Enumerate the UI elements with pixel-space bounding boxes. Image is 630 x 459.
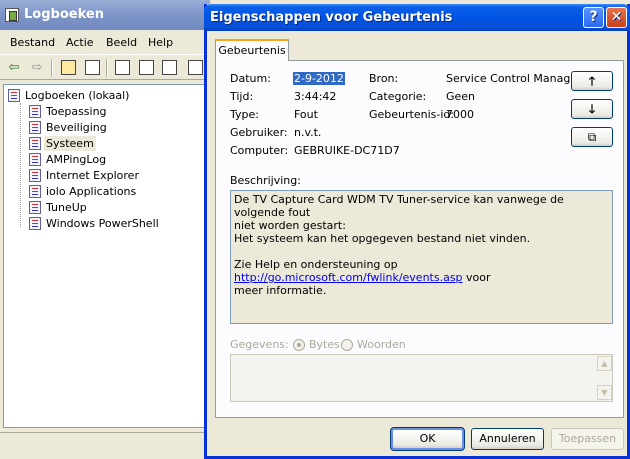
log-icon	[29, 137, 41, 150]
gebeurtenis-id-label: Gebeurtenis-id:	[369, 108, 455, 121]
statusbar	[0, 432, 210, 459]
event-log-icon	[8, 89, 20, 102]
arrow-up-icon: 🡑	[588, 74, 596, 88]
help-icon[interactable]	[188, 60, 203, 75]
tab-gebeurtenis[interactable]: Gebeurtenis	[215, 39, 289, 61]
log-icon	[29, 121, 41, 134]
help-prefix: Zie Help en ondersteuning op	[234, 258, 398, 271]
event-panel: Datum: 2-9-2012 Tijd: 3:44:42 Type: Fout…	[215, 60, 624, 418]
toolbar: ⇦ ⇨	[0, 54, 210, 80]
datum-value[interactable]: 2-9-2012	[293, 72, 345, 85]
gebruiker-label: Gebruiker:	[230, 126, 288, 139]
categorie-label: Categorie:	[369, 90, 427, 103]
logboeken-title: Logboeken	[24, 7, 104, 22]
description-line: De TV Capture Card WDM TV Tuner-service …	[234, 193, 564, 219]
log-icon	[29, 153, 41, 166]
menu-help[interactable]: Help	[148, 36, 173, 49]
toolbar-separator	[106, 59, 108, 77]
woorden-radio[interactable]	[341, 339, 353, 351]
tree-item-label: Internet Explorer	[46, 169, 139, 182]
gebruiker-value[interactable]: n.v.t.	[294, 126, 321, 139]
tree-item-label: Beveiliging	[46, 121, 107, 134]
menubar: Bestand Actie Beeld Help	[0, 32, 210, 52]
up-folder-icon[interactable]	[61, 60, 76, 75]
previous-event-button[interactable]: 🡑	[571, 71, 613, 91]
next-event-button[interactable]: 🡓	[571, 99, 613, 119]
refresh-icon[interactable]	[139, 60, 154, 75]
back-arrow-icon[interactable]: ⇦	[5, 59, 23, 77]
scroll-down-icon[interactable]: ▼	[597, 385, 612, 400]
description-line: meer informatie.	[234, 284, 327, 297]
gebeurtenis-id-value[interactable]: 7000	[446, 108, 474, 121]
tree-item-label: TuneUp	[46, 201, 87, 214]
log-icon	[29, 169, 41, 182]
help-button[interactable]: ?	[583, 7, 604, 28]
ok-button[interactable]: OK	[390, 427, 465, 451]
event-viewer-icon	[5, 8, 19, 22]
bron-value[interactable]: Service Control Manager	[446, 72, 582, 85]
log-tree: Logboeken (lokaal) Toepassing Beveiligin…	[3, 84, 206, 428]
tree-root-label: Logboeken (lokaal)	[25, 89, 130, 102]
dialog-title: Eigenschappen voor Gebeurtenis	[210, 10, 453, 25]
menu-actie[interactable]: Actie	[66, 36, 94, 49]
description-box[interactable]: De TV Capture Card WDM TV Tuner-service …	[230, 190, 613, 324]
copy-event-button[interactable]: ⧉	[571, 127, 613, 147]
tree-item-label: Systeem	[44, 136, 96, 151]
data-box[interactable]: ▲ ▼	[230, 354, 613, 402]
properties-icon[interactable]	[115, 60, 130, 75]
datum-label: Datum:	[230, 72, 271, 85]
arrow-down-icon: 🡓	[588, 102, 596, 116]
apply-button[interactable]: Toepassen	[551, 428, 624, 450]
log-icon	[29, 201, 41, 214]
categorie-value[interactable]: Geen	[446, 90, 475, 103]
menu-beeld[interactable]: Beeld	[106, 36, 137, 49]
description-help-line: Zie Help en ondersteuning op http://go.m…	[234, 258, 609, 284]
log-icon	[29, 105, 41, 118]
logboeken-window: Logboeken Bestand Actie Beeld Help ⇦ ⇨ L…	[0, 0, 210, 459]
close-icon: ✕	[610, 9, 623, 25]
type-label: Type:	[230, 108, 259, 121]
show-hide-tree-icon[interactable]	[85, 60, 100, 75]
toolbar-separator	[51, 59, 53, 77]
gegevens-label: Gegevens:	[230, 338, 289, 351]
help-link[interactable]: http://go.microsoft.com/fwlink/events.as…	[234, 271, 463, 284]
help-suffix: voor	[462, 271, 491, 284]
close-button[interactable]: ✕	[606, 7, 627, 28]
cancel-button[interactable]: Annuleren	[471, 428, 544, 450]
description-line: Het systeem kan het opgegeven bestand ni…	[234, 232, 531, 245]
computer-label: Computer:	[230, 144, 289, 157]
tijd-label: Tijd:	[230, 90, 254, 103]
computer-value[interactable]: GEBRUIKE-DC71D7	[294, 144, 400, 157]
description-line: niet worden gestart:	[234, 219, 346, 232]
type-value[interactable]: Fout	[294, 108, 318, 121]
tree-item-label: iolo Applications	[46, 185, 137, 198]
bytes-radio[interactable]	[293, 339, 305, 351]
menu-bestand[interactable]: Bestand	[10, 36, 55, 49]
bron-label: Bron:	[369, 72, 399, 85]
log-icon	[29, 185, 41, 198]
copy-icon: ⧉	[587, 130, 597, 144]
woorden-label: Woorden	[357, 338, 406, 351]
event-properties-dialog: Eigenschappen voor Gebeurtenis ? ✕ Gebeu…	[204, 4, 630, 459]
log-icon	[29, 217, 41, 230]
tree-item-label: Toepassing	[46, 105, 107, 118]
bytes-label: Bytes	[309, 338, 340, 351]
tree-item-label: Windows PowerShell	[46, 217, 159, 230]
scroll-up-icon[interactable]: ▲	[597, 356, 612, 371]
logboeken-titlebar[interactable]: Logboeken	[0, 0, 210, 30]
tijd-value[interactable]: 3:44:42	[294, 90, 336, 103]
forward-arrow-icon[interactable]: ⇨	[28, 59, 46, 77]
dialog-titlebar[interactable]: Eigenschappen voor Gebeurtenis ? ✕	[204, 4, 630, 31]
question-icon: ?	[589, 9, 598, 25]
beschrijving-label: Beschrijving:	[230, 174, 301, 187]
tree-item-label: AMPingLog	[46, 153, 107, 166]
export-list-icon[interactable]	[162, 60, 177, 75]
